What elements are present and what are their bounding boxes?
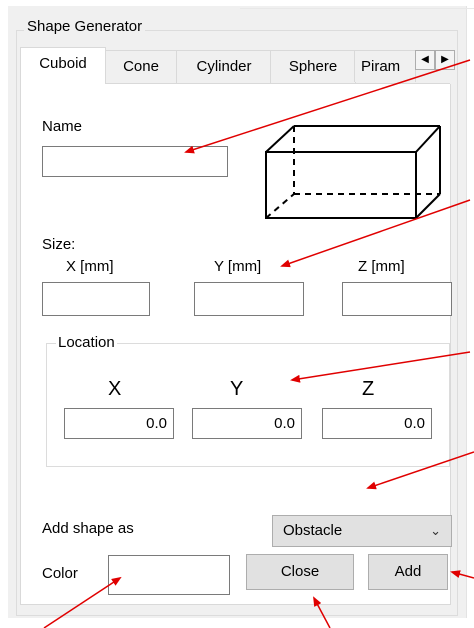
name-input[interactable]	[42, 146, 228, 177]
add-button[interactable]: Add	[368, 554, 448, 590]
location-y-label: Y	[230, 378, 244, 400]
size-z-input[interactable]	[342, 282, 452, 316]
location-z-input[interactable]: 0.0	[322, 408, 432, 439]
tab-piramid[interactable]: Piram	[354, 50, 416, 82]
cuboid-preview-image	[265, 125, 441, 219]
location-x-input[interactable]: 0.0	[64, 408, 174, 439]
location-y-input[interactable]: 0.0	[192, 408, 302, 439]
chevron-down-icon: ⌄	[430, 523, 441, 538]
name-label: Name	[42, 118, 83, 135]
add-shape-as-label: Add shape as	[42, 520, 134, 537]
tab-scroll-right-button[interactable]: ▶	[435, 50, 455, 70]
tab-scroll-left-button[interactable]: ◀	[415, 50, 435, 70]
shape-type-select[interactable]: Obstacle ⌄	[272, 515, 452, 547]
tab-sphere[interactable]: Sphere	[270, 50, 356, 83]
window-edge-line	[240, 8, 474, 9]
tab-cuboid[interactable]: Cuboid	[20, 47, 106, 84]
size-x-input[interactable]	[42, 282, 150, 316]
location-legend: Location	[56, 334, 117, 351]
size-y-label: Y [mm]	[214, 258, 262, 275]
size-x-label: X [mm]	[66, 258, 114, 275]
size-y-input[interactable]	[194, 282, 304, 316]
color-picker-swatch[interactable]	[108, 555, 230, 595]
shape-type-value: Obstacle	[283, 522, 343, 539]
color-label: Color	[42, 565, 78, 582]
size-label: Size:	[42, 236, 76, 253]
location-group	[46, 343, 450, 467]
location-z-label: Z	[362, 378, 375, 400]
close-button[interactable]: Close	[246, 554, 354, 590]
tab-cylinder[interactable]: Cylinder	[176, 50, 272, 83]
location-x-label: X	[108, 378, 122, 400]
tab-cone[interactable]: Cone	[104, 50, 178, 83]
group-title: Shape Generator	[24, 18, 146, 35]
size-z-label: Z [mm]	[358, 258, 405, 275]
